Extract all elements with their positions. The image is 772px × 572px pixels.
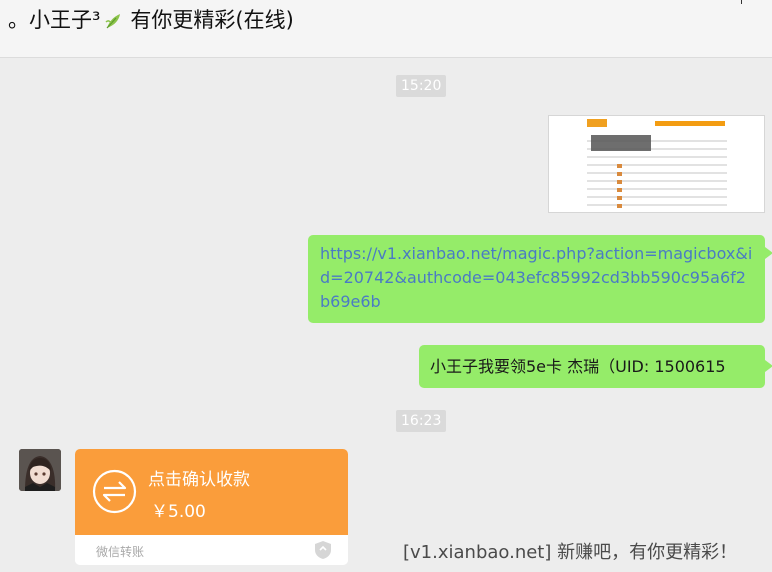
screenshot-nav-bar — [655, 121, 725, 126]
link-message[interactable]: https://v1.xianbao.net/magic.php?action=… — [308, 235, 772, 323]
header-divider — [741, 0, 742, 4]
timestamp: 16:23 — [396, 410, 447, 432]
transfer-amount: ￥5.00 — [151, 502, 206, 522]
screenshot-logo — [587, 119, 607, 127]
transfer-title: 点击确认收款 — [148, 470, 250, 490]
shared-screenshot-image[interactable] — [548, 115, 765, 213]
text-message[interactable]: 小王子我要领5e卡 杰瑞（UID: 1500615 — [419, 345, 772, 388]
avatar[interactable] — [19, 449, 61, 491]
transfer-icon — [92, 469, 137, 514]
contact-name: 。小王子³ — [8, 8, 101, 32]
transfer-card[interactable]: 点击确认收款 ￥5.00 微信转账 — [75, 449, 348, 565]
timestamp: 15:20 — [396, 75, 447, 97]
transfer-source-label: 微信转账 — [96, 545, 145, 559]
chat-header: 。小王子³ 有你更精彩(在线) — [0, 0, 772, 58]
transfer-footer: 微信转账 — [75, 535, 348, 565]
screenshot-header — [587, 119, 725, 127]
screenshot-popup — [591, 135, 651, 151]
leaf-icon — [104, 11, 122, 35]
chat-title: 。小王子³ 有你更精彩(在线) — [8, 4, 294, 35]
transfer-card-body[interactable]: 点击确认收款 ￥5.00 — [75, 449, 348, 535]
contact-status: 有你更精彩(在线) — [130, 8, 294, 32]
shield-icon — [314, 540, 332, 564]
watermark-text: [v1.xianbao.net] 新赚吧，有你更精彩！ — [403, 542, 738, 563]
